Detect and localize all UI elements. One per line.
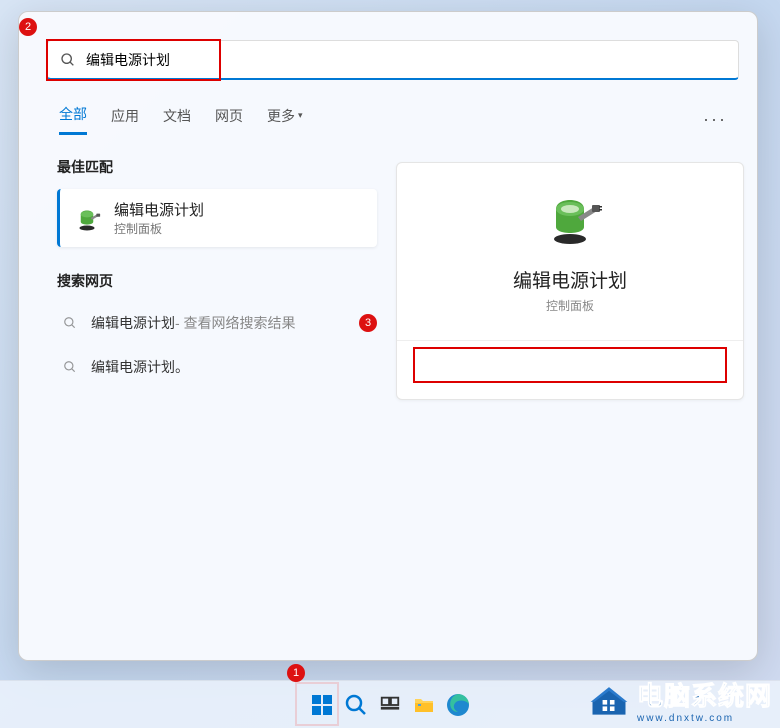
search-icon [60, 52, 76, 68]
tab-more[interactable]: 更多▾ [267, 106, 303, 134]
power-plan-icon-large [538, 185, 602, 249]
search-box[interactable] [47, 40, 739, 80]
search-input[interactable] [86, 52, 726, 68]
annotation-marker-3: 3 [359, 314, 377, 332]
web-result-text: 编辑电源计划。 [91, 357, 189, 377]
preview-pane: 编辑电源计划 控制面板 [396, 162, 744, 400]
annotation-marker-1: 1 [287, 664, 305, 682]
web-result-text: 编辑电源计划 [91, 313, 175, 333]
power-plan-icon [72, 203, 102, 233]
watermark-url: www.dnxtw.com [637, 713, 772, 724]
tab-web[interactable]: 网页 [215, 106, 243, 134]
preview-subtitle: 控制面板 [413, 297, 727, 314]
best-match-item[interactable]: 编辑电源计划 控制面板 [57, 189, 377, 247]
best-match-heading: 最佳匹配 [57, 157, 377, 177]
task-view-button[interactable] [377, 692, 403, 718]
web-result-suffix: - 查看网络搜索结果 [175, 313, 296, 333]
best-match-title: 编辑电源计划 [114, 199, 204, 220]
tab-apps[interactable]: 应用 [111, 106, 139, 134]
search-web-heading: 搜索网页 [57, 271, 377, 291]
search-panel: 全部 应用 文档 网页 更多▾ ··· 最佳匹配 编辑电源计划 控制面板 搜索网… [18, 11, 758, 661]
taskbar-search-button[interactable] [343, 692, 369, 718]
watermark: 电脑系统网 www.dnxtw.com [587, 676, 772, 724]
annotation-marker-2: 2 [19, 18, 37, 36]
preview-card: 编辑电源计划 控制面板 [396, 162, 744, 400]
tab-docs[interactable]: 文档 [163, 106, 191, 134]
edge-button[interactable] [445, 692, 471, 718]
preview-action-open[interactable] [413, 347, 727, 383]
web-result-1[interactable]: 编辑电源计划。 [57, 347, 377, 387]
search-icon [63, 360, 77, 374]
more-menu-button[interactable]: ··· [703, 109, 727, 130]
search-tabs: 全部 应用 文档 网页 更多▾ ··· [59, 104, 737, 135]
preview-title: 编辑电源计划 [413, 266, 727, 293]
start-button[interactable] [309, 692, 335, 718]
watermark-title: 电脑系统网 [637, 676, 772, 713]
search-icon [63, 316, 77, 330]
watermark-logo [587, 678, 631, 722]
web-result-0[interactable]: 编辑电源计划 - 查看网络搜索结果 › [57, 303, 377, 343]
best-match-subtitle: 控制面板 [114, 220, 204, 237]
results-left: 最佳匹配 编辑电源计划 控制面板 搜索网页 编辑电源计划 - 查看网络搜索结果 … [57, 157, 377, 387]
tab-all[interactable]: 全部 [59, 104, 87, 135]
chevron-down-icon: ▾ [298, 110, 303, 121]
file-explorer-button[interactable] [411, 692, 437, 718]
